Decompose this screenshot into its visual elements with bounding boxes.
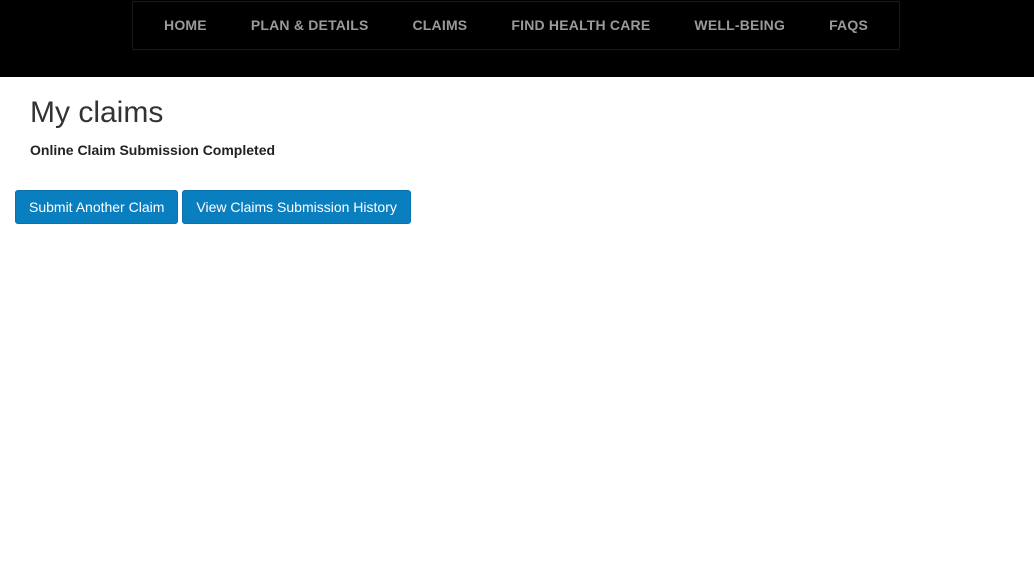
nav-item-claims[interactable]: CLAIMS bbox=[390, 1, 489, 50]
nav-item-home[interactable]: HOME bbox=[142, 1, 229, 50]
nav-item-find-health-care[interactable]: FIND HEALTH CARE bbox=[489, 1, 672, 50]
submission-status-message: Online Claim Submission Completed bbox=[30, 142, 276, 158]
view-claims-history-button[interactable]: View Claims Submission History bbox=[182, 190, 411, 224]
top-header-bar: HOME PLAN & DETAILS CLAIMS FIND HEALTH C… bbox=[0, 0, 1034, 77]
submit-another-claim-button[interactable]: Submit Another Claim bbox=[15, 190, 179, 224]
claim-actions: Submit Another Claim View Claims Submiss… bbox=[15, 190, 411, 224]
page-title: My claims bbox=[30, 96, 164, 129]
nav-item-faqs[interactable]: FAQS bbox=[807, 1, 890, 50]
nav-item-plan-details[interactable]: PLAN & DETAILS bbox=[229, 1, 391, 50]
main-navigation: HOME PLAN & DETAILS CLAIMS FIND HEALTH C… bbox=[132, 1, 900, 50]
nav-item-well-being[interactable]: WELL-BEING bbox=[672, 1, 807, 50]
